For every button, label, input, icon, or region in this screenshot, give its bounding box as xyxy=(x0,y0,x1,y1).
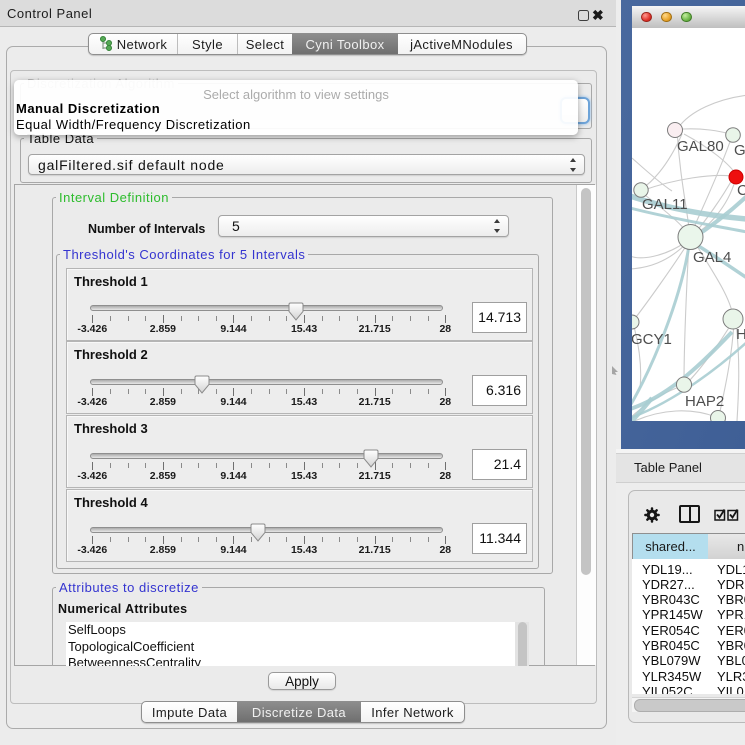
svg-text:GAL80: GAL80 xyxy=(677,138,724,155)
svg-text:C: C xyxy=(737,182,745,199)
svg-text:GAL11: GAL11 xyxy=(642,196,688,213)
svg-text:HAP2: HAP2 xyxy=(685,393,724,410)
svg-text:GA: GA xyxy=(734,142,745,159)
svg-text:H: H xyxy=(736,326,745,343)
svg-text:GAL4: GAL4 xyxy=(693,249,731,266)
svg-text:GCY1: GCY1 xyxy=(632,331,672,348)
